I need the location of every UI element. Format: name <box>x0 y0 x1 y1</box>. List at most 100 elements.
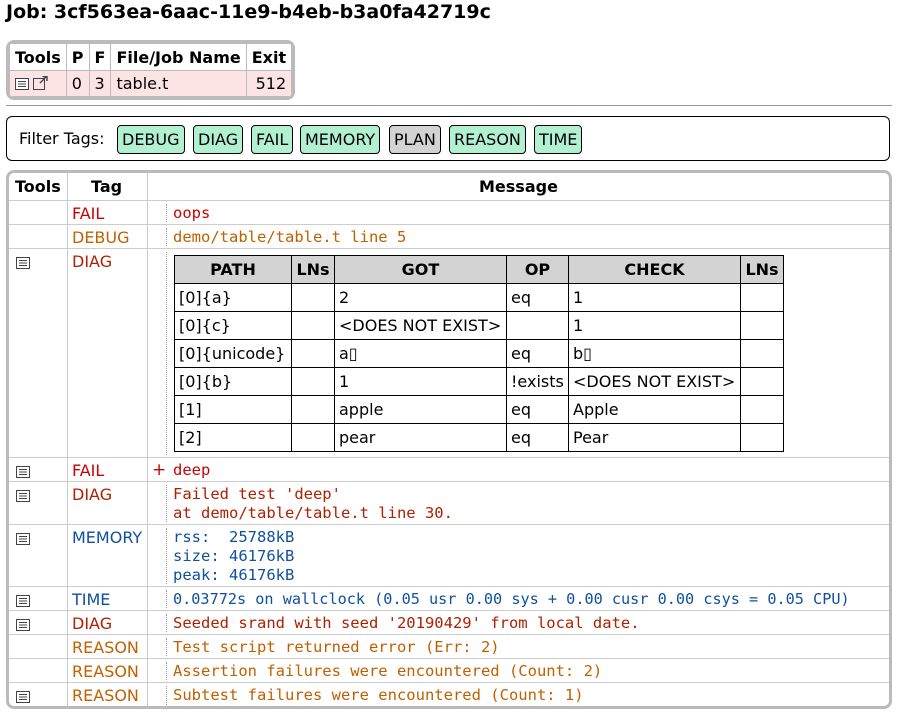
diag-cell <box>291 283 335 312</box>
event-row: DIAG PATH LNs GOT OP CHECK LNs [0]{a} 2 … <box>9 248 889 458</box>
event-message: demo/table/table.t line 5 <box>173 228 407 246</box>
diag-cell: apple <box>334 395 507 424</box>
diag-cell: <DOES NOT EXIST> <box>334 311 507 340</box>
divider <box>6 105 892 106</box>
event-row: DIAG Failed test 'deep' at demo/table/ta… <box>9 481 889 525</box>
diag-cell <box>291 395 335 424</box>
diag-header-got: GOT <box>334 255 507 284</box>
filter-tags-label: Filter Tags: <box>19 129 105 148</box>
diag-cell: eq <box>506 339 569 368</box>
filter-tag-diag[interactable]: DIAG <box>193 125 244 154</box>
diag-cell <box>740 367 784 396</box>
event-row: DEBUG demo/table/table.t line 5 <box>9 224 889 249</box>
diag-cell <box>740 395 784 424</box>
diag-row: [2] pear eq Pear <box>174 423 784 452</box>
event-row: REASON Assertion failures were encounter… <box>9 658 889 683</box>
diag-cell <box>291 311 335 340</box>
details-icon[interactable] <box>16 530 30 549</box>
event-message: Subtest failures were encountered (Count… <box>173 686 584 704</box>
filter-tag-plan[interactable]: PLAN <box>389 125 441 154</box>
diag-comparison-table: PATH LNs GOT OP CHECK LNs [0]{a} 2 eq 1 … <box>174 255 784 452</box>
diag-cell <box>291 367 335 396</box>
diag-header-lns: LNs <box>291 255 335 284</box>
diag-cell <box>291 339 335 368</box>
diag-cell: 2 <box>334 283 507 312</box>
diag-cell <box>740 339 784 368</box>
diag-cell: [2] <box>174 423 292 452</box>
filter-tag-debug[interactable]: DEBUG <box>117 125 185 154</box>
filter-tag-time[interactable]: TIME <box>534 125 583 154</box>
event-message: rss: 25788kB size: 46176kB peak: 46176kB <box>173 528 295 584</box>
diag-cell: [0]{unicode} <box>174 339 292 368</box>
diag-cell: eq <box>506 423 569 452</box>
events-header-message: Message <box>479 177 558 196</box>
diag-row: [0]{c} <DOES NOT EXIST> 1 <box>174 311 784 340</box>
diag-header-op: OP <box>506 255 569 284</box>
diag-cell: pear <box>334 423 507 452</box>
open-external-icon[interactable] <box>33 75 48 94</box>
jobs-header-failed: F <box>88 43 112 71</box>
details-icon[interactable] <box>16 463 30 482</box>
details-icon[interactable] <box>16 254 30 273</box>
event-tag: DIAG <box>72 485 113 504</box>
event-tag: DEBUG <box>72 228 130 247</box>
diag-row: [0]{b} 1 !exists <DOES NOT EXIST> <box>174 367 784 396</box>
diag-cell: <DOES NOT EXIST> <box>568 367 741 396</box>
event-row: REASON Test script returned error (Err: … <box>9 634 889 659</box>
diag-cell: b▯ <box>568 339 741 368</box>
diag-row: [1] apple eq Apple <box>174 395 784 424</box>
diag-row: [0]{a} 2 eq 1 <box>174 283 784 312</box>
jobs-header-exit: Exit <box>245 43 293 71</box>
job-row[interactable]: 0 3 table.t 512 <box>9 70 293 97</box>
diag-cell <box>291 423 335 452</box>
diag-header-check: CHECK <box>568 255 741 284</box>
diag-cell: [1] <box>174 395 292 424</box>
details-icon[interactable] <box>16 688 30 706</box>
diag-cell <box>740 283 784 312</box>
event-message: Failed test 'deep' at demo/table/table.t… <box>173 485 453 522</box>
job-passed-count: 0 <box>65 70 90 97</box>
event-message: Test script returned error (Err: 2) <box>173 638 500 656</box>
diag-cell: !exists <box>506 367 569 396</box>
page-title: Job: 3cf563ea-6aac-11e9-b4eb-b3a0fa42719… <box>6 1 491 23</box>
event-message: Seeded srand with seed '20190429' from l… <box>173 614 640 632</box>
details-icon[interactable] <box>16 487 30 506</box>
events-table: Tools Tag Message FAIL oops DEBUG demo/t… <box>6 170 892 709</box>
diag-header-lns: LNs <box>740 255 784 284</box>
filter-tag-reason[interactable]: REASON <box>449 125 526 154</box>
job-exit-code: 512 <box>245 70 293 97</box>
event-tag: TIME <box>72 590 111 609</box>
event-row: FAIL oops <box>9 200 889 225</box>
filter-tag-fail[interactable]: FAIL <box>251 125 294 154</box>
details-icon[interactable] <box>16 616 30 635</box>
jobs-header-passed: P <box>65 43 90 71</box>
events-header-tools: Tools <box>15 177 61 196</box>
event-tag: REASON <box>72 662 139 681</box>
jobs-header-name: File/Job Name <box>110 43 247 71</box>
diag-cell: eq <box>506 283 569 312</box>
details-icon[interactable] <box>15 75 29 94</box>
diag-cell: [0]{c} <box>174 311 292 340</box>
event-message: deep <box>173 461 211 479</box>
details-icon[interactable] <box>16 592 30 611</box>
diag-cell <box>740 311 784 340</box>
event-row: REASON Subtest failures were encountered… <box>9 682 889 706</box>
job-file-name[interactable]: table.t <box>110 70 247 97</box>
diag-header-path: PATH <box>174 255 292 284</box>
diag-row: [0]{unicode} a▯ eq b▯ <box>174 339 784 368</box>
filter-tag-memory[interactable]: MEMORY <box>300 125 381 154</box>
diag-cell: [0]{a} <box>174 283 292 312</box>
expand-subtest-toggle[interactable]: + <box>152 460 166 480</box>
event-message: 0.03772s on wallclock (0.05 usr 0.00 sys… <box>173 590 850 608</box>
diag-cell <box>506 311 569 340</box>
event-row: FAIL + deep <box>9 457 889 482</box>
diag-cell: [0]{b} <box>174 367 292 396</box>
diag-cell: Apple <box>568 395 741 424</box>
event-message: Assertion failures were encountered (Cou… <box>173 662 603 680</box>
diag-cell: eq <box>506 395 569 424</box>
diag-cell: 1 <box>568 283 741 312</box>
jobs-table: Tools P F File/Job Name Exit 0 3 table.t… <box>6 40 296 100</box>
event-tag: REASON <box>72 638 139 657</box>
diag-cell: 1 <box>568 311 741 340</box>
filter-tags-bar: Filter Tags: DEBUG DIAG FAIL MEMORY PLAN… <box>6 116 890 161</box>
